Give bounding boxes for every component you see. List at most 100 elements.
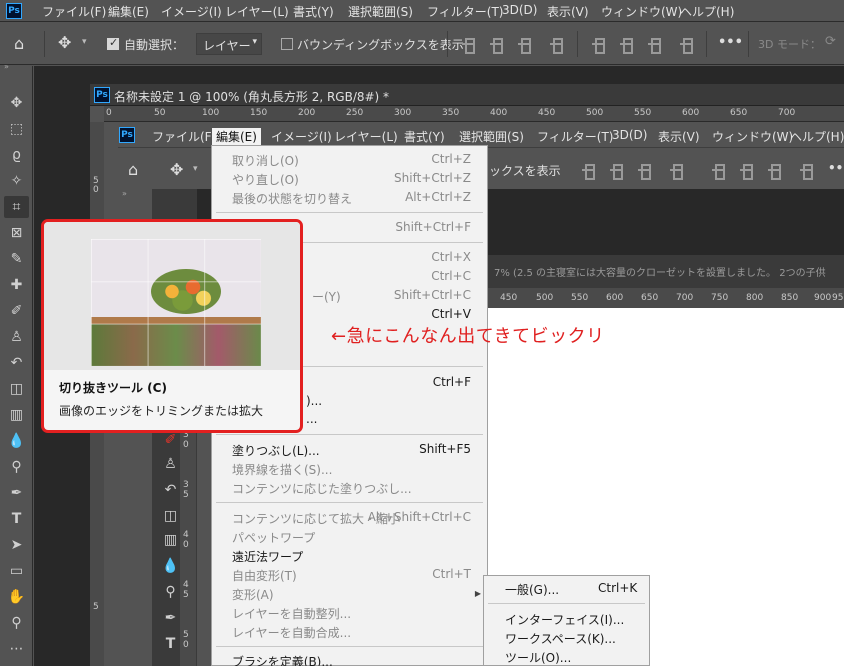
submenu-item-workspace[interactable]: ワークスペース(K)...: [505, 630, 616, 647]
path-select-icon[interactable]: ➤: [4, 534, 29, 556]
menu-item-stroke[interactable]: 境界線を描く(S)...: [232, 461, 332, 479]
marquee-tool-icon[interactable]: ⬚: [4, 118, 29, 140]
inner-menu-layer[interactable]: レイヤー(L): [334, 128, 398, 145]
dodge-tool-icon[interactable]: ⚲: [4, 456, 29, 478]
align-right-icon[interactable]: [638, 163, 651, 180]
auto-select-checkbox[interactable]: [107, 36, 119, 50]
menu-item-redo[interactable]: やり直し(O): [232, 171, 299, 189]
align-bottom-icon[interactable]: [768, 163, 781, 180]
align-left-icon[interactable]: [462, 37, 475, 54]
inner-menu-help[interactable]: ヘルプ(H): [790, 128, 844, 145]
menu-item-auto-blend[interactable]: レイヤーを自動合成...: [232, 624, 351, 642]
menu-filter[interactable]: フィルター(T): [427, 3, 503, 20]
more-options-icon[interactable]: •••: [828, 161, 844, 175]
document-tab[interactable]: Ps 名称未設定 1 @ 100% (角丸長方形 2, RGB/8#) *: [90, 84, 844, 106]
distribute-icon[interactable]: [670, 163, 683, 180]
inner-menu-3d[interactable]: 3D(D): [612, 128, 647, 142]
show-bbox-checkbox[interactable]: [281, 38, 293, 50]
menu-item-puppet-warp[interactable]: パペットワープ: [232, 529, 315, 547]
align-left-icon[interactable]: [582, 163, 595, 180]
menu-window[interactable]: ウィンドウ(W): [601, 3, 682, 20]
move-tool-icon[interactable]: ✥: [4, 92, 29, 114]
healing-brush-icon[interactable]: ✚: [4, 274, 29, 296]
menu-type[interactable]: 書式(Y): [293, 3, 334, 20]
menu-view[interactable]: 表示(V): [547, 3, 589, 20]
align-vcenter-icon[interactable]: [740, 163, 753, 180]
menu-3d[interactable]: 3D(D): [502, 3, 537, 17]
menu-item-spellcheck[interactable]: )...: [306, 394, 322, 412]
lasso-tool-icon[interactable]: ϱ: [4, 144, 29, 166]
inner-menu-filter[interactable]: フィルター(T): [537, 128, 613, 145]
align-vcenter-icon[interactable]: [620, 37, 633, 54]
menu-item-toggle-last-state[interactable]: 最後の状態を切り替え: [232, 190, 352, 208]
chevron-down-icon[interactable]: ▾: [82, 37, 87, 47]
menu-item-free-transform[interactable]: 自由変形(T): [232, 567, 297, 585]
stamp-tool-icon[interactable]: ♙: [4, 326, 29, 348]
menu-select[interactable]: 選択範囲(S): [348, 3, 413, 20]
hand-tool-icon[interactable]: ✋: [4, 586, 29, 608]
align-hcenter-icon[interactable]: [490, 37, 503, 54]
collapse-icon[interactable]: »: [4, 62, 9, 71]
tooltip-title: 切り抜きツール (C): [59, 381, 167, 395]
pen-tool-icon[interactable]: ✒: [4, 482, 29, 504]
submenu-item-general[interactable]: 一般(G)...: [505, 581, 559, 598]
blur-tool-icon[interactable]: 💧: [4, 430, 29, 452]
shape-tool-icon[interactable]: ▭: [4, 560, 29, 582]
menu-item-find-replace[interactable]: ...: [306, 412, 317, 430]
collapse-icon[interactable]: »: [122, 189, 127, 198]
submenu-item-tools[interactable]: ツール(O)...: [505, 649, 571, 666]
menu-item-undo[interactable]: 取り消し(O): [232, 152, 299, 170]
menu-image[interactable]: イメージ(I): [161, 3, 222, 20]
eyedropper-icon[interactable]: ✎: [4, 248, 29, 270]
gradient-tool-icon[interactable]: ▥: [4, 404, 29, 426]
magic-wand-icon[interactable]: ✧: [4, 170, 29, 192]
frame-tool-icon[interactable]: ⊠: [4, 222, 29, 244]
inner-menu-select[interactable]: 選択範囲(S): [459, 128, 524, 145]
submenu-item-interface[interactable]: インターフェイス(I)...: [505, 611, 624, 628]
menu-help[interactable]: ヘルプ(H): [680, 3, 734, 20]
home-icon[interactable]: ⌂: [128, 160, 138, 179]
menu-layer[interactable]: レイヤー(L): [225, 3, 289, 20]
photoshop-logo-icon[interactable]: Ps: [6, 3, 22, 19]
zoom-tool-icon[interactable]: ⚲: [4, 612, 29, 634]
menu-item-transform[interactable]: 変形(A): [232, 586, 274, 604]
inner-menu-window[interactable]: ウィンドウ(W): [712, 128, 793, 145]
menu-item-auto-align[interactable]: レイヤーを自動整列...: [232, 605, 351, 623]
menu-edit[interactable]: 編集(E): [108, 3, 149, 20]
type-tool-icon[interactable]: T: [4, 508, 29, 530]
inner-menu-view[interactable]: 表示(V): [658, 128, 700, 145]
align-right-icon[interactable]: [518, 37, 531, 54]
inner-menu-type[interactable]: 書式(Y): [404, 128, 445, 145]
shortcut-label: Shift+Ctrl+C: [393, 288, 471, 302]
menu-item-perspective-warp[interactable]: 遠近法ワープ: [232, 548, 303, 566]
move-tool-icon[interactable]: ✥: [58, 33, 71, 52]
move-tool-icon[interactable]: ✥: [170, 160, 183, 179]
menu-item-fill[interactable]: 塗りつぶし(L)...: [232, 442, 320, 460]
ruler-label: 450: [500, 293, 518, 303]
align-top-icon[interactable]: [592, 37, 605, 54]
inner-menu-image[interactable]: イメージ(I): [271, 128, 332, 145]
align-bottom-icon[interactable]: [648, 37, 661, 54]
auto-select-dropdown[interactable]: レイヤー ▾: [196, 33, 262, 55]
home-icon[interactable]: ⌂: [14, 34, 24, 53]
distribute-v-icon[interactable]: [680, 37, 693, 54]
menu-item-copy-merged[interactable]: ー(Y): [312, 288, 341, 306]
distribute-icon[interactable]: [550, 37, 563, 54]
inner-menu-file[interactable]: ファイル(F): [152, 128, 216, 145]
more-options-icon[interactable]: •••: [718, 35, 743, 50]
align-hcenter-icon[interactable]: [610, 163, 623, 180]
3d-orbit-icon[interactable]: ⟳: [825, 34, 836, 49]
brush-tool-icon[interactable]: ✐: [4, 300, 29, 322]
more-tools-icon[interactable]: ⋯: [4, 638, 29, 660]
align-top-icon[interactable]: [712, 163, 725, 180]
menu-file[interactable]: ファイル(F): [42, 3, 106, 20]
menu-item-define-brush[interactable]: ブラシを定義(B)...: [232, 653, 333, 666]
history-brush-icon[interactable]: ↶: [4, 352, 29, 374]
crop-tool-icon[interactable]: ⌗: [4, 196, 29, 218]
distribute-v-icon[interactable]: [800, 163, 813, 180]
menu-item-content-aware-fill[interactable]: コンテンツに応じた塗りつぶし...: [232, 480, 412, 498]
inner-menu-edit[interactable]: 編集(E): [212, 128, 261, 145]
ruler-label: 150: [250, 108, 268, 118]
eraser-tool-icon[interactable]: ◫: [4, 378, 29, 400]
inner-document-tab[interactable]: 7% (2.5 の主寝室には大容量のクローゼットを設置しました。 2つの子供: [486, 255, 844, 288]
